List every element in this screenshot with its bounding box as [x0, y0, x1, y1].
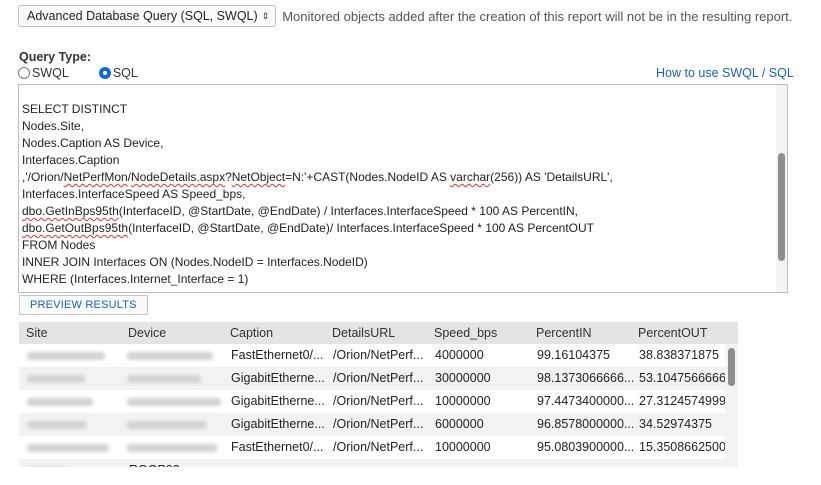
sql-line: dbo.GetOutBps95th(InterfaceID, @StartDat… — [22, 221, 594, 235]
column-header-site[interactable]: Site — [19, 322, 48, 344]
redacted-device — [127, 398, 221, 406]
query-mode-row: Advanced Database Query (SQL, SWQL) ⇕ Mo… — [18, 5, 792, 27]
editor-scrollbar-thumb[interactable] — [778, 153, 785, 261]
redacted-site — [27, 352, 105, 360]
sql-line: Nodes.Caption AS Device, — [22, 136, 164, 150]
select-arrows-icon: ⇕ — [261, 10, 270, 21]
sql-line: Interfaces.InterfaceSpeed AS Speed_bps, — [22, 187, 246, 201]
radio-swql-label: SWQL — [32, 66, 69, 80]
cell-caption: GigabitEtherne... — [231, 417, 325, 431]
results-scrollbar[interactable] — [725, 344, 738, 467]
redacted-device — [127, 352, 213, 360]
cell-speed: 30000000 — [435, 371, 491, 385]
cell-device: ROOP03 — [126, 459, 225, 467]
cell-speed: 10000000 — [435, 440, 491, 454]
results-header: Site Device Caption DetailsURL Speed_bps… — [19, 322, 738, 344]
cell-percentin: 97.4473400000... — [537, 394, 633, 408]
cell-detailsurl: /Orion/NetPerf... — [333, 348, 424, 362]
radio-unchecked-icon[interactable] — [18, 67, 30, 79]
cell-percentin: 96.8578000000... — [537, 417, 633, 431]
sql-line: Interfaces.Caption — [22, 153, 120, 167]
query-mode-select[interactable]: Advanced Database Query (SQL, SWQL) ⇕ — [18, 5, 277, 27]
table-row-partial[interactable]: ROOP03 — [19, 459, 725, 467]
column-header-device[interactable]: Device — [121, 322, 166, 344]
query-mode-notice: Monitored objects added after the creati… — [282, 8, 793, 24]
sql-line: dbo.GetInBps95th(InterfaceID, @StartDate… — [22, 204, 579, 218]
table-row[interactable]: GigabitEtherne... /Orion/NetPerf... 1000… — [19, 390, 726, 413]
cell-percentout: 27.3124574999 — [639, 394, 726, 408]
sql-query-text[interactable]: SELECT DISTINCT Nodes.Site, Nodes.Caption … — [22, 101, 613, 288]
table-row[interactable]: GigabitEtherne... /Orion/NetPerf... 3000… — [19, 367, 726, 390]
cell-speed: 4000000 — [435, 348, 484, 362]
cell-caption: FastEthernet0/... — [231, 348, 324, 362]
table-row[interactable]: GigabitEtherne... /Orion/NetPerf... 6000… — [19, 413, 725, 436]
cell-percentin: 95.0803900000... — [537, 440, 633, 454]
preview-results-button[interactable]: PREVIEW RESULTS — [19, 295, 148, 315]
redacted-device — [127, 375, 201, 383]
cell-detailsurl: /Orion/NetPerf... — [333, 394, 424, 408]
cell-percentin: 99.16104375 — [537, 348, 610, 362]
cell-percentout: 38.838371875 — [639, 348, 719, 362]
table-row[interactable]: FastEthernet0/... /Orion/NetPerf... 4000… — [19, 344, 725, 367]
redacted-site — [27, 398, 93, 406]
radio-checked-icon[interactable] — [98, 67, 111, 79]
radio-sql[interactable]: SQL — [98, 66, 138, 80]
results-grid: Site Device Caption DetailsURL Speed_bps… — [19, 322, 738, 467]
editor-scrollbar[interactable] — [776, 85, 787, 292]
table-row[interactable]: FastEthernet0/... /Orion/NetPerf... 1000… — [19, 436, 726, 459]
sql-query-editor[interactable]: SELECT DISTINCT Nodes.Site, Nodes.Caption … — [18, 84, 788, 293]
column-header-percentout[interactable]: PercentOUT — [631, 322, 707, 344]
sql-line: SELECT DISTINCT — [22, 102, 128, 116]
cell-detailsurl: /Orion/NetPerf... — [333, 371, 424, 385]
query-mode-selected: Advanced Database Query (SQL, SWQL) — [27, 9, 258, 23]
cell-percentout: 53.1047566666 — [639, 371, 726, 385]
cell-percentin: 98.1373066666... — [537, 371, 633, 385]
column-header-caption[interactable]: Caption — [223, 322, 273, 344]
radio-swql[interactable]: SWQL — [18, 66, 69, 80]
redacted-site — [27, 375, 85, 383]
cell-percentout: 15.3508662500 — [639, 440, 726, 454]
cell-percentout: 34.52974375 — [639, 417, 712, 431]
sql-line: INNER JOIN Interfaces ON (Nodes.NodeID =… — [22, 255, 368, 269]
sql-line: WHERE (Interfaces.Internet_Interface = 1… — [22, 272, 249, 286]
column-header-speed-bps[interactable]: Speed_bps — [427, 322, 497, 344]
query-type-radios: SWQL SQL — [18, 66, 168, 80]
redacted-site — [27, 421, 87, 429]
cell-caption: GigabitEtherne... — [231, 371, 325, 385]
sql-line: Nodes.Site, — [22, 119, 85, 133]
sql-line: ,'/Orion/NetPerfMon/NodeDetails.aspx?Net… — [22, 170, 613, 184]
cell-speed: 6000000 — [435, 417, 484, 431]
cell-speed: 10000000 — [435, 394, 491, 408]
results-scrollbar-thumb[interactable] — [728, 348, 735, 386]
column-header-detailsurl[interactable]: DetailsURL — [325, 322, 395, 344]
swql-sql-help-link[interactable]: How to use SWQL / SQL — [656, 66, 794, 80]
column-header-percentin[interactable]: PercentIN — [529, 322, 592, 344]
radio-sql-label: SQL — [112, 66, 138, 80]
redacted-device — [127, 421, 207, 429]
cell-caption: FastEthernet0/... — [231, 440, 324, 454]
redacted-site — [27, 444, 109, 452]
redacted-device — [127, 444, 217, 452]
cell-detailsurl: /Orion/NetPerf... — [333, 417, 424, 431]
query-type-label: Query Type: — [19, 50, 92, 64]
cell-caption: GigabitEtherne... — [231, 394, 325, 408]
sql-line: FROM Nodes — [22, 238, 96, 252]
cell-detailsurl: /Orion/NetPerf... — [333, 440, 424, 454]
